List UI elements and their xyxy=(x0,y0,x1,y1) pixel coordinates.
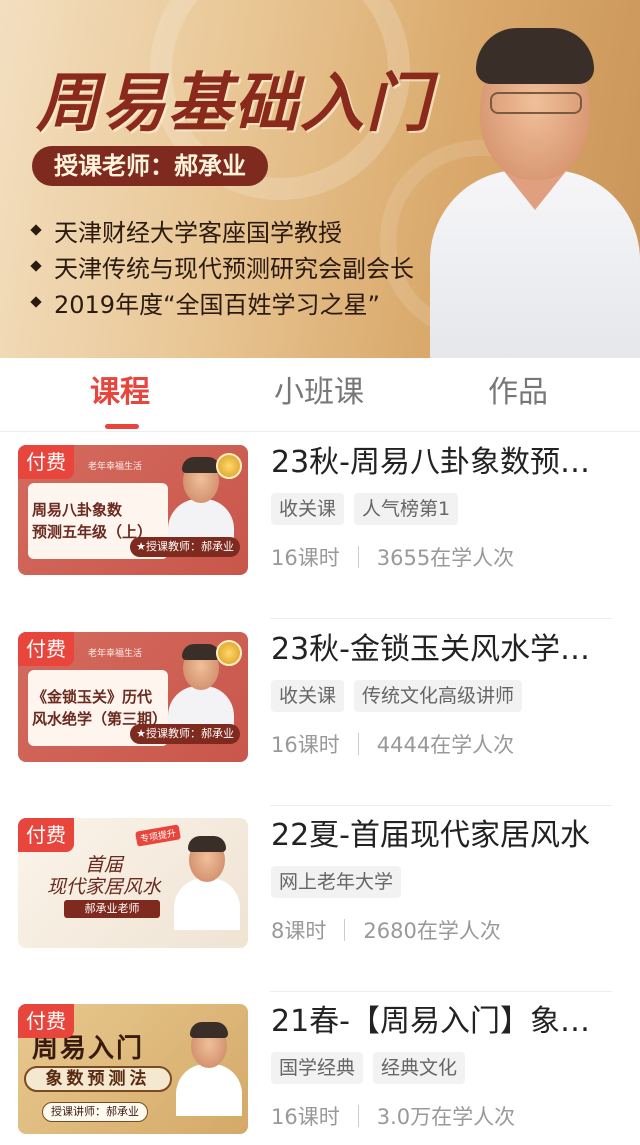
banner-bullet: 2019年度“全国百姓学习之星” xyxy=(30,284,414,320)
meta-divider xyxy=(357,733,359,755)
active-tab-indicator xyxy=(105,424,139,429)
paid-badge: 付费 xyxy=(18,632,74,666)
meta-divider xyxy=(344,919,346,941)
paid-badge: 付费 xyxy=(18,818,74,852)
medal-icon xyxy=(216,453,242,479)
course-title[interactable]: 23秋-金锁玉关风水学（第三期） xyxy=(271,630,611,670)
thumb-subtitle: 象数预测法 xyxy=(24,1066,172,1092)
banner-title: 周易基础入门 xyxy=(36,67,432,141)
thumb-teacher: ★授课教师：郝承业 xyxy=(130,724,240,744)
course-title[interactable]: 21春-【周易入门】象数预测法 xyxy=(271,1002,611,1042)
banner-teacher-label: 授课老师：郝承业 xyxy=(32,146,268,186)
thumb-teacher: 郝承业老师 xyxy=(64,900,160,918)
course-meta: 8课时 2680在学人次 xyxy=(271,914,501,946)
course-meta: 16课时 4444在学人次 xyxy=(271,728,514,760)
banner-bullet-text: 天津财经大学客座国学教授 xyxy=(54,218,342,247)
banner-bullet-text: 2019年度“全国百姓学习之星” xyxy=(54,290,380,319)
teacher-photo xyxy=(174,836,240,930)
tab-small-class[interactable]: 小班课 xyxy=(274,372,364,414)
tab-bar: 课程 小班课 作品 xyxy=(0,358,640,432)
course-item[interactable]: 周易入门 象数预测法 授课讲师：郝承业 付费 21春-【周易入门】象数预测法 国… xyxy=(0,992,640,1145)
learner-count: 2680在学人次 xyxy=(363,919,501,943)
thumb-brand: 老年幸福生活 xyxy=(88,462,143,472)
meta-divider xyxy=(357,1105,359,1127)
diamond-bullet-icon xyxy=(30,296,42,308)
lesson-count: 16课时 xyxy=(271,1105,340,1129)
course-banner: 周易基础入门 授课老师：郝承业 天津财经大学客座国学教授 天津传统与现代预测研究… xyxy=(0,0,640,358)
banner-bullet-list: 天津财经大学客座国学教授 天津传统与现代预测研究会副会长 2019年度“全国百姓… xyxy=(30,212,414,320)
banner-bullet: 天津财经大学客座国学教授 xyxy=(30,212,414,248)
lesson-count: 16课时 xyxy=(271,546,340,570)
course-meta: 16课时 3.0万在学人次 xyxy=(271,1100,515,1132)
lesson-count: 8课时 xyxy=(271,919,327,943)
course-tag: 经典文化 xyxy=(373,1052,466,1084)
banner-bullet-text: 天津传统与现代预测研究会副会长 xyxy=(54,254,414,283)
course-meta: 16课时 3655在学人次 xyxy=(271,541,514,573)
learner-count: 4444在学人次 xyxy=(376,733,515,757)
course-tags: 收关课 人气榜第1 xyxy=(271,493,468,525)
tab-works[interactable]: 作品 xyxy=(488,372,548,414)
paid-badge: 付费 xyxy=(18,1004,74,1038)
course-item[interactable]: 老年幸福生活 《金锁玉关》历代 风水绝学（第三期） ★授课教师：郝承业 付费 2… xyxy=(0,620,640,806)
teacher-portrait xyxy=(420,10,640,358)
thumb-title: 首届 现代家居风水 xyxy=(46,854,161,898)
course-tag: 国学经典 xyxy=(271,1052,364,1084)
course-title[interactable]: 23秋-周易八卦象数预测五年级（上） xyxy=(271,443,611,483)
meta-divider xyxy=(357,546,359,568)
thumb-teacher: 授课讲师：郝承业 xyxy=(42,1102,148,1122)
course-title[interactable]: 22夏-首届现代家居风水 xyxy=(271,816,611,856)
list-divider xyxy=(270,618,612,619)
medal-icon xyxy=(216,640,242,666)
thumb-teacher: ★授课教师：郝承业 xyxy=(130,537,240,557)
course-tag: 网上老年大学 xyxy=(271,866,402,898)
course-item[interactable]: 专项提升 首届 现代家居风水 郝承业老师 付费 22夏-首届现代家居风水 网上老… xyxy=(0,806,640,992)
course-tag: 人气榜第1 xyxy=(354,493,459,525)
learner-count: 3655在学人次 xyxy=(376,546,515,570)
course-tags: 收关课 传统文化高级讲师 xyxy=(271,680,532,712)
teacher-photo xyxy=(176,1022,242,1116)
course-tags: 国学经典 经典文化 xyxy=(271,1052,475,1084)
paid-badge: 付费 xyxy=(18,445,74,479)
course-item[interactable]: 老年幸福生活 周易八卦象数 预测五年级（上） ★授课教师：郝承业 付费 23秋-… xyxy=(0,433,640,619)
learner-count: 3.0万在学人次 xyxy=(376,1105,516,1129)
course-tag: 收关课 xyxy=(271,493,345,525)
lesson-count: 16课时 xyxy=(271,733,340,757)
course-tag: 传统文化高级讲师 xyxy=(354,680,523,712)
diamond-bullet-icon xyxy=(30,260,42,272)
tab-courses[interactable]: 课程 xyxy=(90,372,150,414)
thumb-brand: 老年幸福生活 xyxy=(88,649,143,659)
course-tags: 网上老年大学 xyxy=(271,866,411,898)
banner-bullet: 天津传统与现代预测研究会副会长 xyxy=(30,248,414,284)
course-tag: 收关课 xyxy=(271,680,345,712)
diamond-bullet-icon xyxy=(30,224,42,236)
